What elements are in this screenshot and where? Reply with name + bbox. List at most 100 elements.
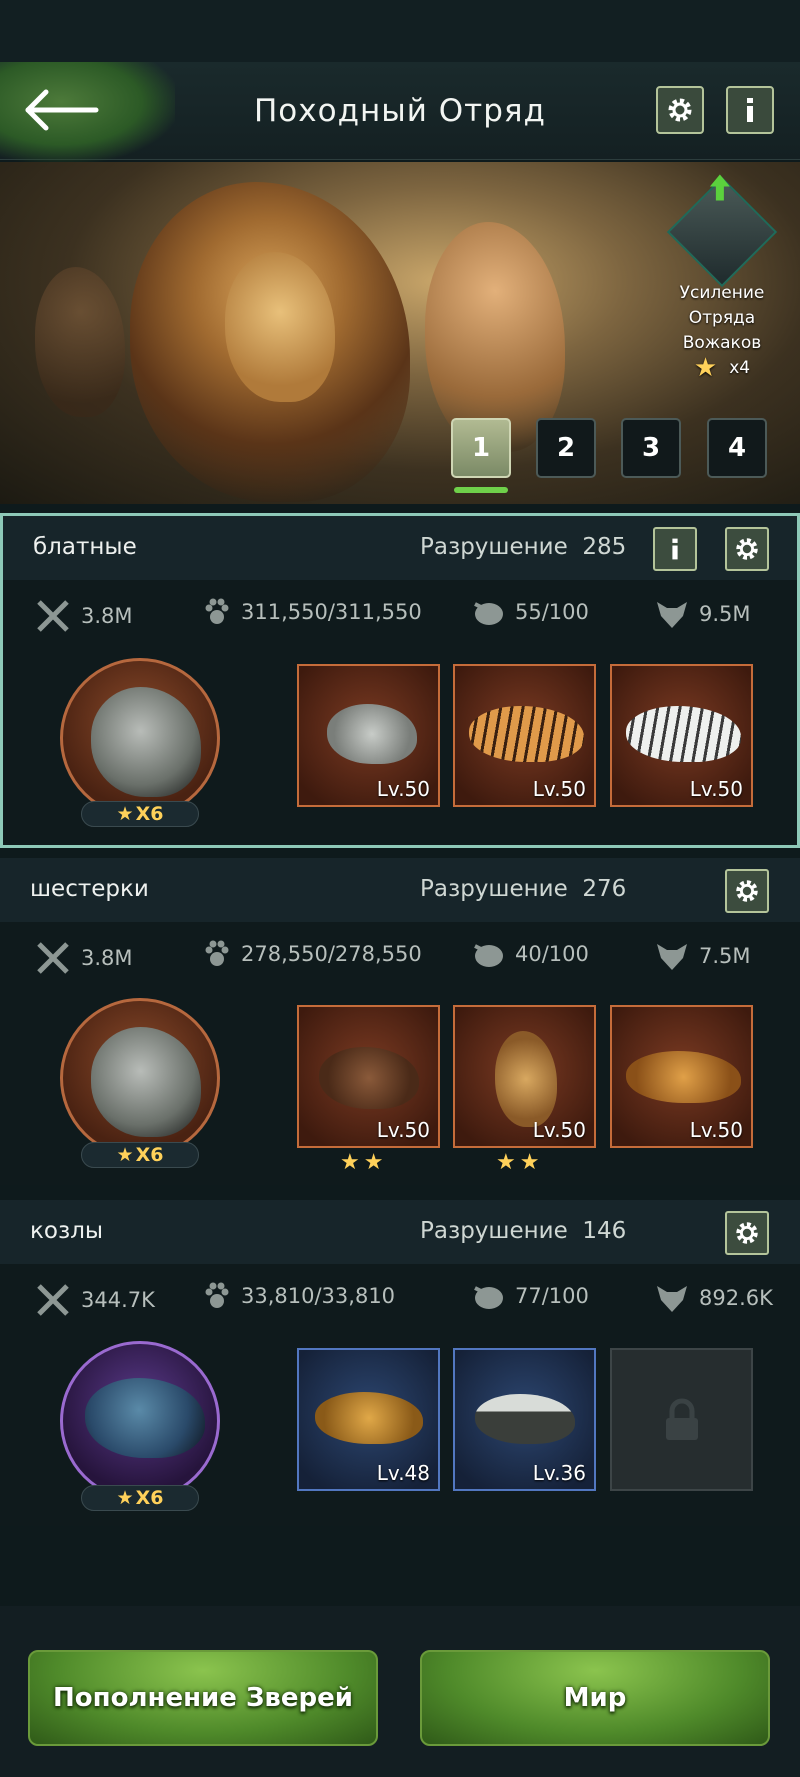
power-stat: 344.7K — [35, 1282, 155, 1318]
wolf-head-icon — [657, 1286, 687, 1312]
squad-name: шестерки — [30, 876, 149, 902]
troops-stat: 311,550/311,550 — [203, 598, 422, 626]
beast-level: Lv.50 — [689, 777, 743, 801]
settings-button[interactable] — [656, 86, 704, 134]
beast-slot[interactable]: Lv.50 — [297, 1005, 440, 1148]
leader-squad-boost[interactable]: Усиление Отряда Вожаков ★ x4 — [666, 174, 778, 383]
squad-settings-button[interactable] — [725, 527, 769, 571]
leader-stars-badge: ★ X6 — [81, 1485, 199, 1511]
squad-settings-button[interactable] — [725, 1211, 769, 1255]
squad-name: блатные — [33, 534, 137, 560]
beast-level: Lv.50 — [689, 1118, 743, 1142]
star-icon: ★ — [116, 1144, 134, 1166]
beast-stars: ★★ — [496, 1150, 544, 1175]
dinosaur-figure — [91, 1027, 201, 1137]
sack-icon — [474, 944, 503, 967]
white-tiger-figure — [626, 706, 741, 762]
star-icon: ★ — [116, 803, 134, 825]
dinosaur-figure — [85, 1378, 205, 1458]
boost-label-line2: Отряда — [688, 308, 756, 328]
leader-stars-badge: ★ X6 — [81, 1142, 199, 1168]
wolf-head-icon — [657, 602, 687, 628]
crossed-swords-icon — [37, 942, 69, 974]
paw-icon — [205, 940, 229, 966]
leader-portrait[interactable] — [60, 658, 220, 818]
sack-icon — [474, 1286, 503, 1309]
tiger-figure — [469, 706, 584, 762]
boost-animals-icon — [666, 174, 778, 288]
active-page-indicator — [454, 487, 508, 493]
star-icon: ★ — [693, 353, 718, 383]
bear-figure — [327, 704, 417, 764]
strength-stat: 892.6K — [655, 1282, 773, 1314]
power-stat: 3.8M — [35, 940, 133, 976]
squad-settings-button[interactable] — [725, 869, 769, 913]
squad-header: шестерки Разрушение 276 — [0, 858, 800, 922]
beast-level: Lv.50 — [376, 1118, 430, 1142]
troops-stat: 33,810/33,810 — [203, 1282, 395, 1310]
lock-icon — [666, 1398, 698, 1440]
beast-slot[interactable]: Lv.50 — [610, 664, 753, 807]
destruction-stat: Разрушение 276 — [420, 876, 627, 902]
info-button[interactable] — [726, 86, 774, 134]
strength-stat: 9.5M — [655, 598, 751, 630]
info-icon — [672, 538, 678, 560]
beast-level: Lv.50 — [376, 777, 430, 801]
gear-icon — [736, 538, 758, 560]
beast-slot[interactable]: Lv.48 — [297, 1348, 440, 1491]
power-stat: 3.8M — [35, 598, 133, 634]
dinosaur-figure — [91, 687, 201, 797]
squad-header: козлы Разрушение 146 — [0, 1200, 800, 1264]
beast-slot[interactable]: Lv.50 — [610, 1005, 753, 1148]
load-stat: 40/100 — [471, 940, 589, 968]
beast-level: Lv.50 — [532, 1118, 586, 1142]
beast-level: Lv.50 — [532, 777, 586, 801]
beast-level: Lv.48 — [376, 1461, 430, 1485]
ocelot-figure — [315, 1392, 423, 1444]
destruction-stat: Разрушение 146 — [420, 1218, 627, 1244]
load-stat: 77/100 — [471, 1282, 589, 1310]
info-icon — [747, 98, 753, 122]
giraffe-figure — [495, 1031, 557, 1127]
beast-slot[interactable]: Lv.50 — [453, 664, 596, 807]
leader-portrait[interactable] — [60, 1341, 220, 1501]
page-tab-3[interactable]: 3 — [621, 418, 681, 478]
beast-level: Lv.36 — [532, 1461, 586, 1485]
squad-card-1[interactable]: блатные Разрушение 285 3.8M 311,550/311,… — [0, 513, 800, 848]
replenish-beasts-button[interactable]: Пополнение Зверей — [28, 1650, 378, 1746]
sack-icon — [474, 602, 503, 625]
paw-icon — [205, 1282, 229, 1308]
star-icon: ★ — [116, 1487, 134, 1509]
beast-slot[interactable]: Lv.50 — [453, 1005, 596, 1148]
squad-header: блатные Разрушение 285 — [3, 516, 797, 580]
squad-info-button[interactable] — [653, 527, 697, 571]
boost-label-line3: Вожаков — [682, 333, 762, 353]
arrow-up-icon — [709, 174, 730, 201]
page-tab-2[interactable]: 2 — [536, 418, 596, 478]
world-button[interactable]: Мир — [420, 1650, 770, 1746]
crossed-swords-icon — [37, 600, 69, 632]
boost-count: x4 — [729, 358, 751, 378]
moose-figure — [319, 1047, 419, 1109]
troops-stat: 278,550/278,550 — [203, 940, 422, 968]
gear-icon — [668, 98, 692, 122]
leopard-figure — [626, 1051, 741, 1103]
beast-slot[interactable]: Lv.50 — [297, 664, 440, 807]
destruction-stat: Разрушение 285 — [420, 534, 627, 560]
squad-card-3[interactable]: козлы Разрушение 146 344.7K 33,810/33,81… — [0, 1200, 800, 1526]
page-tab-1[interactable]: 1 — [451, 418, 511, 478]
status-bar-area — [0, 0, 800, 62]
load-stat: 55/100 — [471, 598, 589, 626]
lioness-left — [35, 267, 125, 417]
gear-icon — [736, 1222, 758, 1244]
locked-beast-slot[interactable] — [610, 1348, 753, 1491]
leader-portrait[interactable] — [60, 998, 220, 1158]
paw-icon — [205, 598, 229, 624]
page-tab-4[interactable]: 4 — [707, 418, 767, 478]
squad-card-2[interactable]: шестерки Разрушение 276 3.8M 278,550/278… — [0, 858, 800, 1185]
beast-slot[interactable]: Lv.36 — [453, 1348, 596, 1491]
strength-stat: 7.5M — [655, 940, 751, 972]
crossed-swords-icon — [37, 1284, 69, 1316]
squad-name: козлы — [30, 1218, 104, 1244]
gear-icon — [736, 880, 758, 902]
